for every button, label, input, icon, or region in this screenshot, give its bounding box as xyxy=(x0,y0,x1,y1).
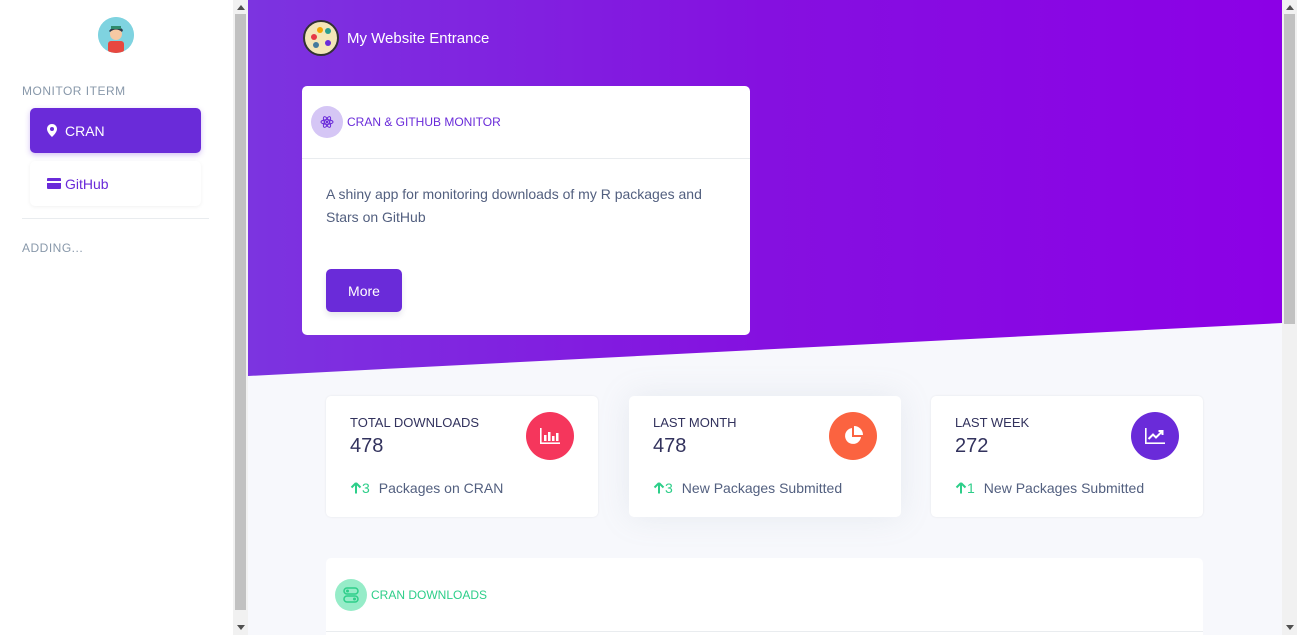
scroll-down-arrow-icon[interactable] xyxy=(237,625,245,630)
intro-card: CRAN & GITHUB MONITOR A shiny app for mo… xyxy=(302,86,750,335)
stat-delta-value: 1 xyxy=(967,480,975,496)
stat-card-total-downloads: TOTAL DOWNLOADS 478 3 Packages on CRAN xyxy=(326,396,598,517)
user-avatar-icon xyxy=(98,17,134,53)
adding-label: ADDING... xyxy=(22,241,84,255)
intro-card-title: CRAN & GITHUB MONITOR xyxy=(347,115,501,129)
stat-footer: 3 New Packages Submitted xyxy=(653,480,842,496)
scroll-down-arrow-icon[interactable] xyxy=(1286,625,1294,630)
monitor-section-title: MONITOR ITERM xyxy=(22,84,126,98)
arrow-up-icon xyxy=(653,482,665,494)
bar-chart-icon xyxy=(526,412,574,460)
sidebar: MONITOR ITERM CRAN GitHub ADDING... xyxy=(0,0,233,635)
credit-card-icon xyxy=(47,178,61,189)
map-pin-icon xyxy=(47,124,61,137)
avatar[interactable] xyxy=(98,17,134,53)
stat-delta: 1 xyxy=(955,480,975,496)
stat-delta-value: 3 xyxy=(665,480,673,496)
stat-footer: 3 Packages on CRAN xyxy=(350,480,503,496)
toggle-icon xyxy=(335,578,367,611)
stat-delta: 3 xyxy=(653,480,673,496)
intro-card-header: CRAN & GITHUB MONITOR xyxy=(302,86,750,159)
stat-delta-value: 3 xyxy=(362,480,370,496)
brand-title: My Website Entrance xyxy=(347,29,490,47)
stat-description: New Packages Submitted xyxy=(681,480,843,496)
stat-value: 478 xyxy=(653,435,687,457)
scrollbar-thumb[interactable] xyxy=(1284,14,1295,324)
scroll-up-arrow-icon[interactable] xyxy=(237,5,245,10)
sidebar-item-label: GitHub xyxy=(65,175,109,192)
arrow-up-icon xyxy=(350,482,362,494)
stat-title: TOTAL DOWNLOADS xyxy=(350,415,480,430)
line-chart-icon xyxy=(1131,412,1179,460)
brand-link[interactable]: My Website Entrance xyxy=(303,20,489,56)
sidebar-item-cran[interactable]: CRAN xyxy=(30,108,201,153)
scroll-up-arrow-icon[interactable] xyxy=(1286,5,1294,10)
stat-card-last-week: LAST WEEK 272 1 New Packages Submitted xyxy=(931,396,1203,517)
cran-downloads-title: CRAN DOWNLOADS xyxy=(371,587,488,602)
page-scrollbar[interactable] xyxy=(1282,0,1297,635)
stat-value: 478 xyxy=(350,435,384,457)
stat-title: LAST MONTH xyxy=(653,415,737,430)
pie-chart-icon xyxy=(829,412,877,460)
arrow-up-icon xyxy=(955,482,967,494)
stat-value: 272 xyxy=(955,435,989,457)
atom-icon xyxy=(311,106,343,138)
stat-card-last-month: LAST MONTH 478 3 New Packages Submitted xyxy=(629,396,901,517)
palette-icon xyxy=(303,20,339,56)
stat-footer: 1 New Packages Submitted xyxy=(955,480,1144,496)
cran-downloads-header: CRAN DOWNLOADS xyxy=(326,558,1203,632)
cran-downloads-card: CRAN DOWNLOADS xyxy=(326,558,1203,635)
scrollbar-thumb[interactable] xyxy=(235,14,246,610)
stat-description: New Packages Submitted xyxy=(983,480,1145,496)
stat-delta: 3 xyxy=(350,480,370,496)
more-button[interactable]: More xyxy=(326,269,402,312)
stat-title: LAST WEEK xyxy=(955,415,1030,430)
sidebar-divider xyxy=(22,218,209,219)
stat-description: Packages on CRAN xyxy=(378,480,504,496)
sidebar-item-github[interactable]: GitHub xyxy=(30,161,201,206)
sidebar-item-label: CRAN xyxy=(65,122,105,139)
main-content: My Website Entrance CRAN & GITHUB MONITO… xyxy=(248,0,1282,635)
sidebar-scrollbar[interactable] xyxy=(233,0,248,635)
intro-description: A shiny app for monitoring downloads of … xyxy=(326,186,702,225)
